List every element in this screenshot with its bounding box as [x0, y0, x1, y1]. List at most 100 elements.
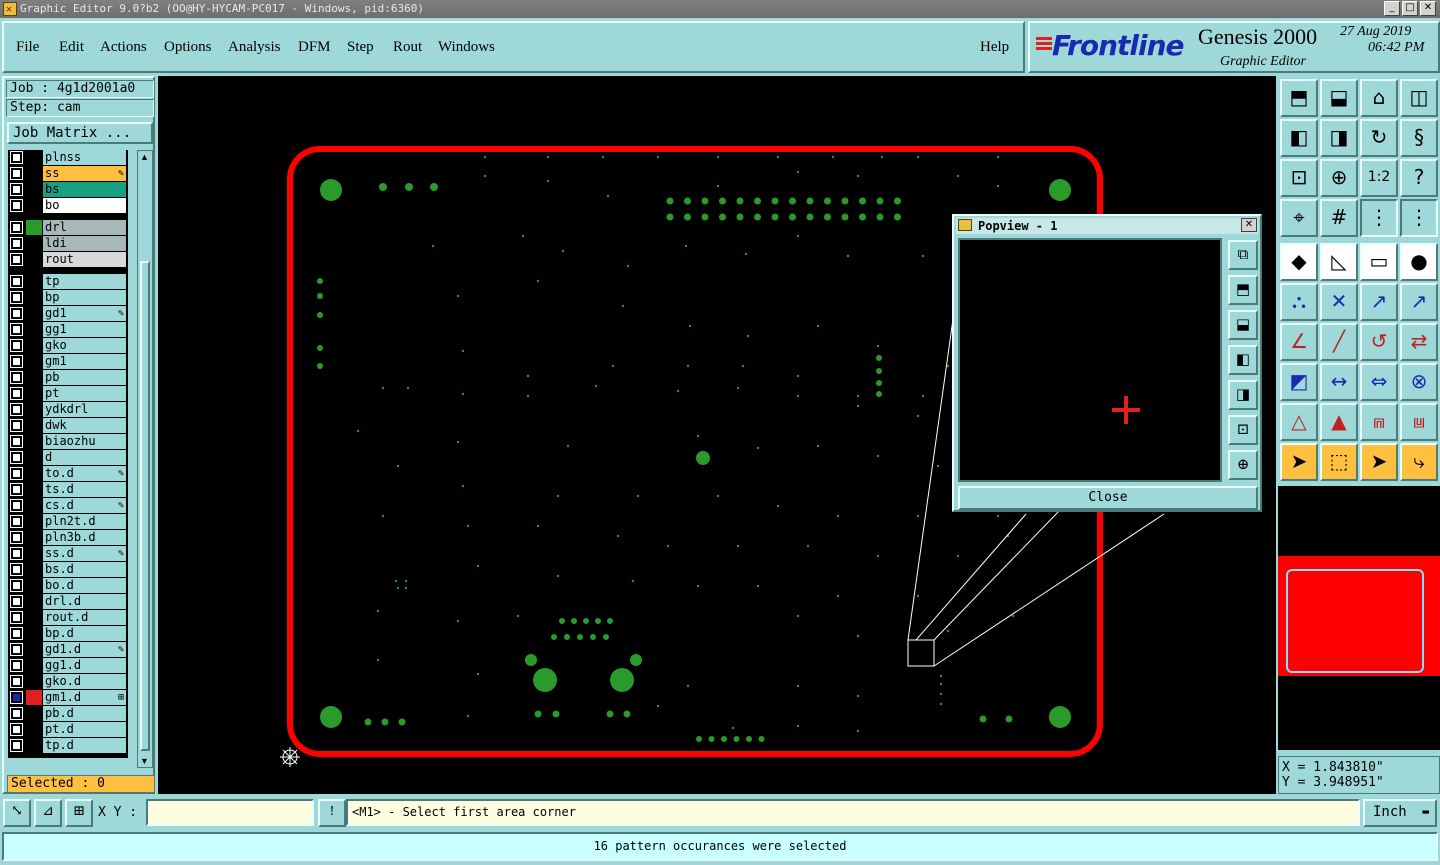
layer-name[interactable]: bp [43, 290, 126, 305]
layers-alt-icon[interactable]: ⋮ [1400, 199, 1438, 237]
menu-windows[interactable]: Windows [438, 39, 495, 56]
layer-checkbox[interactable] [10, 499, 23, 512]
zoom-home-icon[interactable]: ⬒ [1228, 275, 1258, 305]
layer-row[interactable]: pln2t.d [8, 514, 128, 529]
units-select[interactable]: Inch ▬ [1363, 799, 1437, 827]
layer-name[interactable]: pln3b.d [43, 530, 126, 545]
layer-row[interactable]: tp [8, 274, 128, 289]
layer-row[interactable]: bo.d [8, 578, 128, 593]
menu-dfm[interactable]: DFM [298, 39, 331, 56]
menu-step[interactable]: Step [347, 39, 374, 56]
pan-right-icon[interactable]: ◨ [1228, 380, 1258, 410]
layer-row[interactable]: bo [8, 198, 128, 213]
menu-actions[interactable]: Actions [100, 39, 147, 56]
triangle-alt-icon[interactable]: ▲ [1320, 403, 1358, 441]
layer-name[interactable]: bp.d [43, 626, 126, 641]
layer-color-swatch[interactable] [26, 198, 42, 213]
layer-checkbox[interactable] [10, 221, 23, 234]
scroll-up-icon[interactable]: ▲ [140, 152, 149, 162]
fit-icon[interactable]: ⊡ [1280, 159, 1318, 197]
layer-color-swatch[interactable] [26, 220, 42, 235]
layer-checkbox[interactable] [10, 643, 23, 656]
select-icon[interactable]: ◆ [1280, 243, 1318, 281]
layer-name[interactable]: gg1.d [43, 658, 126, 673]
layer-row[interactable]: gg1 [8, 322, 128, 337]
layer-name[interactable]: pb [43, 370, 126, 385]
scrollbar-thumb[interactable] [140, 261, 150, 751]
layer-checkbox[interactable] [10, 659, 23, 672]
zoom-out-icon[interactable]: ⬓ [1320, 79, 1358, 117]
layer-name[interactable]: gd1.d ✎ [43, 642, 126, 657]
layer-name[interactable]: pt [43, 386, 126, 401]
pan-left-icon[interactable]: ◧ [1228, 345, 1258, 375]
layer-color-swatch[interactable] [26, 498, 42, 513]
measure-tool-icon[interactable]: ⊿ [34, 799, 62, 827]
layer-name[interactable]: ss.d ✎ [43, 546, 126, 561]
layer-checkbox[interactable] [10, 237, 23, 250]
layer-color-swatch[interactable] [26, 482, 42, 497]
layer-row[interactable]: bp [8, 290, 128, 305]
layer-row[interactable]: plnss [8, 150, 128, 165]
layer-checkbox[interactable] [10, 183, 23, 196]
dimension-icon[interactable]: ⇔ [1360, 363, 1398, 401]
arch-icon[interactable]: ⩎ [1360, 403, 1398, 441]
layer-name[interactable]: cs.d ✎ [43, 498, 126, 513]
layer-name[interactable]: ts.d [43, 482, 126, 497]
layer-name[interactable]: dwk [43, 418, 126, 433]
layer-name[interactable]: gko.d [43, 674, 126, 689]
pointer-select-icon[interactable]: ➤ [1360, 443, 1398, 481]
layer-row[interactable]: ydkdrl [8, 402, 128, 417]
layer-color-swatch[interactable] [26, 418, 42, 433]
layer-checkbox[interactable] [10, 547, 23, 560]
layer-row[interactable]: ts.d [8, 482, 128, 497]
layer-checkbox[interactable] [10, 403, 23, 416]
layer-row[interactable]: biaozhu [8, 434, 128, 449]
layer-row[interactable]: gm1.d ⊞ [8, 690, 128, 705]
layer-checkbox[interactable] [10, 579, 23, 592]
layer-checkbox[interactable] [10, 323, 23, 336]
layer-checkbox[interactable] [10, 515, 23, 528]
zoom-fit-icon[interactable]: ⧉ [1228, 240, 1258, 270]
layer-name[interactable]: tp [43, 274, 126, 289]
help-icon[interactable]: ? [1400, 159, 1438, 197]
layer-color-swatch[interactable] [26, 738, 42, 753]
split-icon[interactable]: ↔ [1320, 363, 1358, 401]
layer-checkbox[interactable] [10, 339, 23, 352]
layer-checkbox[interactable] [10, 691, 23, 704]
layer-checkbox[interactable] [10, 291, 23, 304]
layer-name[interactable]: plnss [43, 150, 126, 165]
overview-map[interactable] [1278, 486, 1440, 750]
layer-row[interactable]: pt [8, 386, 128, 401]
layer-color-swatch[interactable] [26, 322, 42, 337]
layer-color-swatch[interactable] [26, 530, 42, 545]
layer-checkbox[interactable] [10, 435, 23, 448]
layer-name[interactable]: rout [43, 252, 126, 267]
zoom-in-icon[interactable]: ⬒ [1280, 79, 1318, 117]
line-icon[interactable]: ╱ [1320, 323, 1358, 361]
layer-checkbox[interactable] [10, 253, 23, 266]
layer-checkbox[interactable] [10, 675, 23, 688]
pad-move-icon[interactable]: ◩ [1280, 363, 1318, 401]
layer-color-swatch[interactable] [26, 546, 42, 561]
layer-name[interactable]: gd1 ✎ [43, 306, 126, 321]
layer-name[interactable]: drl.d [43, 594, 126, 609]
menu-edit[interactable]: Edit [59, 39, 84, 56]
popview-close-icon[interactable]: ✕ [1241, 218, 1257, 232]
angle-icon[interactable]: ∠ [1280, 323, 1318, 361]
layer-color-swatch[interactable] [26, 434, 42, 449]
grid-icon[interactable]: # [1320, 199, 1358, 237]
layer-checkbox[interactable] [10, 355, 23, 368]
layer-row[interactable]: pln3b.d [8, 530, 128, 545]
layer-row[interactable]: to.d ✎ [8, 466, 128, 481]
layer-row[interactable]: bs.d [8, 562, 128, 577]
layer-color-swatch[interactable] [26, 252, 42, 267]
menu-help[interactable]: Help [980, 39, 1009, 56]
layers-icon[interactable]: ⋮ [1360, 199, 1398, 237]
home-icon[interactable]: ⌂ [1360, 79, 1398, 117]
layer-name[interactable]: bs.d [43, 562, 126, 577]
menu-analysis[interactable]: Analysis [228, 39, 281, 56]
pad-icon[interactable]: ● [1400, 243, 1438, 281]
layer-checkbox[interactable] [10, 611, 23, 624]
route-icon[interactable]: ⤷ [1400, 443, 1438, 481]
layer-color-swatch[interactable] [26, 236, 42, 251]
